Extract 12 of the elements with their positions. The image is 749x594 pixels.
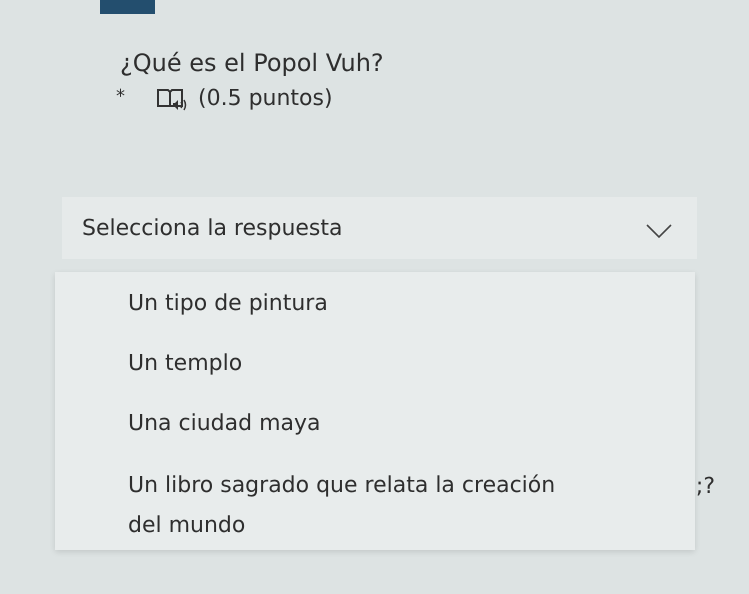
question-title: ¿Qué es el Popol Vuh? (120, 48, 385, 79)
points-label: (0.5 puntos) (198, 86, 333, 111)
option-item[interactable]: Un libro sagrado que relata la creación del mundo (128, 466, 568, 546)
option-item[interactable]: Una ciudad maya (128, 406, 588, 442)
answer-dropdown[interactable]: Selecciona la respuesta (62, 197, 697, 259)
option-item[interactable]: Un tipo de pintura (128, 286, 588, 322)
immersive-reader-icon[interactable] (156, 86, 188, 110)
stray-text: ;? (696, 474, 715, 499)
option-item[interactable]: Un templo (128, 346, 588, 382)
header-bar (100, 0, 155, 14)
required-mark: * (116, 86, 126, 107)
chevron-down-icon (645, 223, 673, 239)
